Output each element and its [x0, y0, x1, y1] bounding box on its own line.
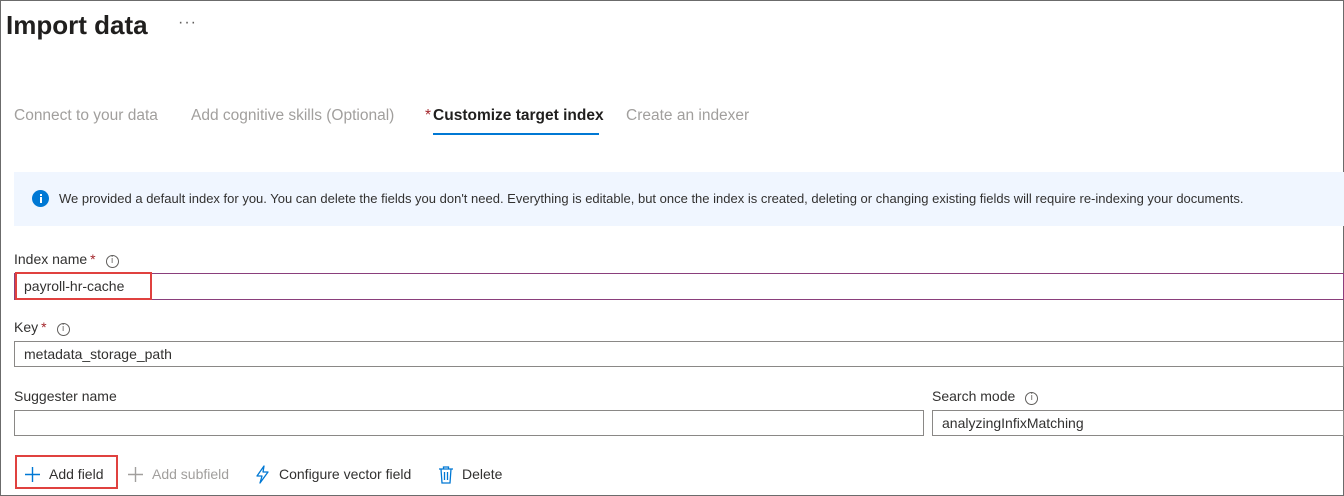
key-label: Key * i [14, 319, 70, 336]
suggester-name-input[interactable] [14, 410, 924, 436]
tab-add-cognitive-skills[interactable]: Add cognitive skills (Optional) [191, 107, 394, 125]
info-icon [32, 190, 49, 207]
label-text: Search mode [932, 388, 1016, 404]
tab-connect-to-your-data[interactable]: Connect to your data [14, 107, 158, 125]
label-text: Index name [14, 251, 88, 267]
delete-button[interactable]: Delete [438, 460, 502, 488]
button-label: Configure vector field [279, 466, 412, 482]
tab-label: Create an indexer [626, 107, 750, 124]
plus-icon [128, 466, 143, 482]
highlight-box [15, 455, 118, 489]
suggester-name-label: Suggester name [14, 388, 117, 404]
index-name-label: Index name * i [14, 251, 119, 268]
add-subfield-button[interactable]: Add subfield [127, 460, 229, 488]
required-asterisk: * [425, 107, 432, 124]
button-label: Add subfield [152, 466, 230, 482]
required-asterisk: * [41, 319, 47, 335]
search-mode-label: Search mode i [932, 388, 1039, 405]
configure-vector-field-button[interactable]: Configure vector field [254, 460, 411, 488]
info-icon[interactable]: i [1025, 392, 1039, 405]
info-banner: We provided a default index for you. You… [14, 172, 1344, 226]
active-tab-indicator [433, 133, 599, 135]
key-input[interactable]: metadata_storage_path [14, 341, 1344, 367]
button-label: Delete [462, 466, 503, 482]
highlight-box [15, 272, 152, 300]
trash-icon [439, 465, 453, 484]
lightning-icon [256, 464, 269, 484]
more-options-button[interactable]: ··· [178, 14, 197, 32]
index-name-input[interactable]: payroll-hr-cache [14, 273, 1344, 300]
tab-label: Customize target index [433, 107, 604, 124]
info-icon[interactable]: i [105, 255, 119, 268]
tab-customize-target-index[interactable]: * Customize target index [425, 107, 604, 125]
banner-text: We provided a default index for you. You… [59, 191, 1244, 206]
tab-label: Add cognitive skills (Optional) [191, 107, 395, 124]
search-mode-input[interactable]: analyzingInfixMatching [932, 410, 1344, 436]
required-asterisk: * [90, 251, 96, 267]
tab-create-an-indexer[interactable]: Create an indexer [626, 107, 749, 125]
tab-label: Connect to your data [14, 107, 158, 124]
label-text: Key [14, 319, 39, 335]
info-icon[interactable]: i [56, 323, 70, 336]
page-title: Import data [6, 10, 148, 40]
